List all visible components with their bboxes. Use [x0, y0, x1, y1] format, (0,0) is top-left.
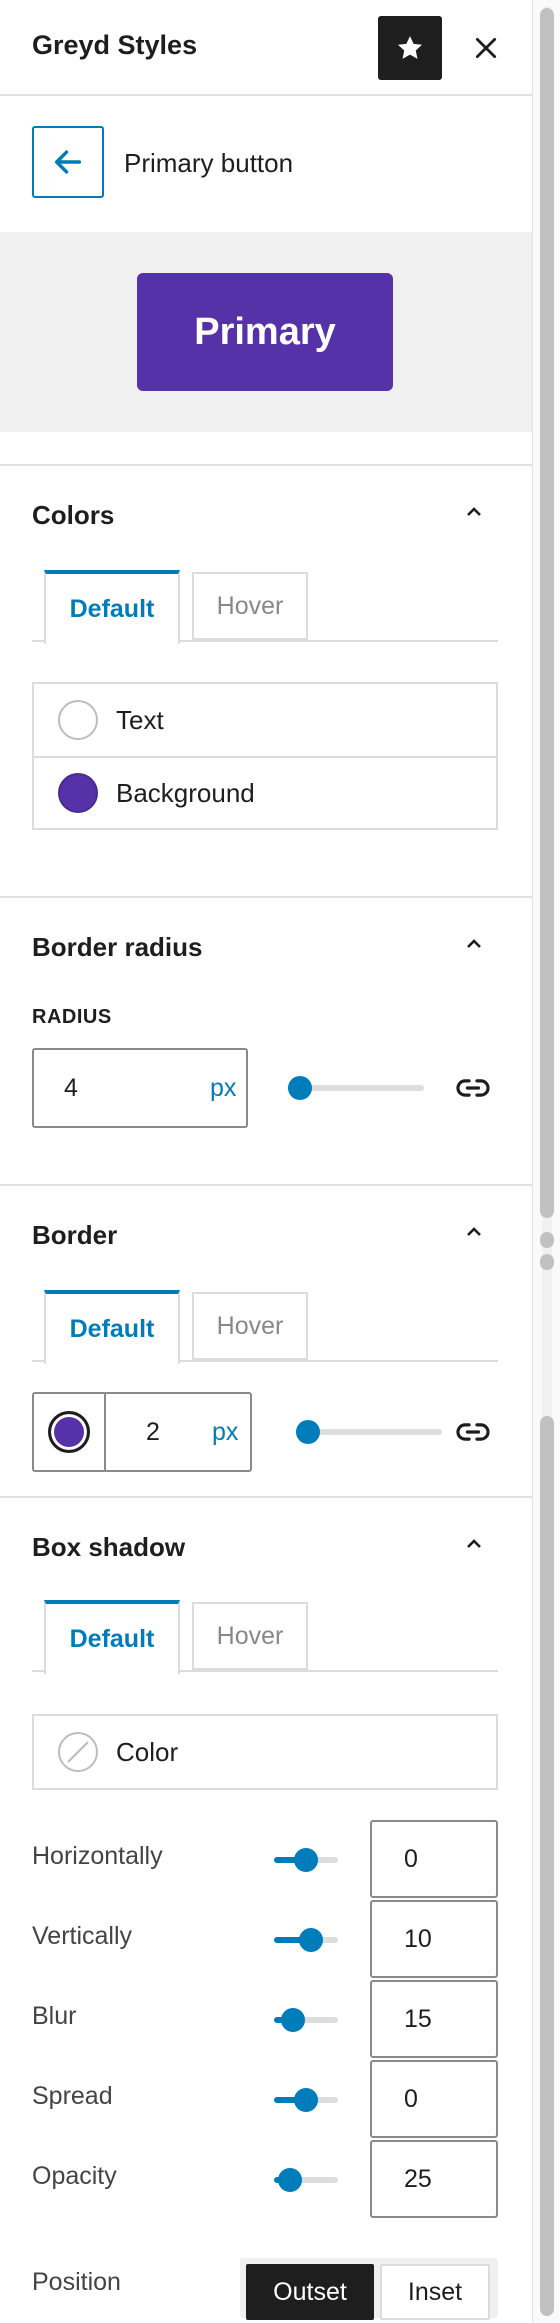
panel-title: Greyd Styles	[32, 30, 198, 60]
position-outset-option[interactable]: Outset	[246, 2264, 374, 2320]
border-width-value: 2	[146, 1418, 160, 1446]
shadow-row-input[interactable]: 0	[370, 2060, 498, 2138]
shadow-row-value: 25	[404, 2164, 432, 2193]
border-collapse-toggle[interactable]	[456, 1214, 492, 1250]
chevron-up-icon	[467, 939, 481, 948]
slider-thumb[interactable]	[281, 2008, 305, 2032]
shadow-row-label: Blur	[32, 2002, 77, 2030]
slider-thumb[interactable]	[296, 1420, 320, 1444]
color-item-background[interactable]: Background	[34, 756, 496, 828]
chevron-up-icon	[467, 1539, 481, 1548]
shadow-row-slider[interactable]	[274, 2008, 338, 2032]
background-color-swatch	[58, 773, 98, 813]
divider	[0, 896, 532, 898]
shadow-row-slider[interactable]	[274, 2168, 338, 2192]
primary-button-preview[interactable]: Primary	[137, 273, 393, 391]
slider-thumb[interactable]	[278, 2168, 302, 2192]
tab-default[interactable]: Default	[44, 1290, 180, 1364]
close-icon	[475, 37, 497, 59]
color-item-label: Text	[116, 704, 164, 735]
border-color-button[interactable]	[34, 1394, 106, 1470]
shadow-row-input[interactable]: 25	[370, 2140, 498, 2218]
tab-default[interactable]: Default	[44, 1600, 180, 1674]
slider-thumb[interactable]	[299, 1928, 323, 1952]
colors-collapse-toggle[interactable]	[456, 494, 492, 530]
no-color-icon	[58, 1732, 98, 1772]
shadow-row-slider[interactable]	[274, 1848, 338, 1872]
border-tabs: Default Hover	[32, 1290, 498, 1364]
slider-thumb[interactable]	[294, 1848, 318, 1872]
position-label: Position	[32, 2268, 121, 2296]
chevron-up-icon	[467, 1227, 481, 1236]
scrollbar-thumb[interactable]	[540, 1416, 554, 2316]
border-color-swatch	[48, 1411, 90, 1453]
text-color-swatch	[58, 700, 98, 740]
shadow-row-value: 10	[404, 1924, 432, 1953]
shadow-row-input[interactable]: 10	[370, 1900, 498, 1978]
slider-thumb[interactable]	[288, 1076, 312, 1100]
box-shadow-tabs: Default Hover	[32, 1600, 498, 1674]
position-inset-option[interactable]: Inset	[380, 2264, 490, 2320]
tab-hover[interactable]: Hover	[192, 572, 308, 640]
divider	[0, 1496, 532, 1498]
shadow-row-input[interactable]: 15	[370, 1980, 498, 2058]
scrollbar-thumb-handle[interactable]	[540, 1232, 554, 1248]
colors-tabs: Default Hover	[32, 570, 498, 644]
link-icon	[456, 1079, 490, 1097]
link-icon	[456, 1423, 490, 1441]
shadow-row-value: 0	[404, 1844, 418, 1873]
box-shadow-section-title: Box shadow	[32, 1532, 186, 1562]
radius-value: 4	[64, 1074, 78, 1102]
position-toggle-group: Outset Inset	[240, 2258, 498, 2320]
color-item-label: Background	[116, 777, 255, 808]
border-width-slider[interactable]	[296, 1420, 442, 1444]
divider	[0, 94, 532, 96]
shadow-row-label: Opacity	[32, 2162, 117, 2190]
star-button[interactable]	[378, 16, 442, 80]
shadow-row-slider[interactable]	[274, 2088, 338, 2112]
colors-section-title: Colors	[32, 500, 115, 530]
chevron-up-icon	[467, 507, 481, 516]
border-section-title: Border	[32, 1220, 118, 1250]
shadow-color-label: Color	[116, 1736, 179, 1767]
border-width-unit: px	[212, 1418, 239, 1446]
divider	[0, 464, 532, 466]
shadow-color-item[interactable]: Color	[34, 1716, 496, 1788]
border-width-input[interactable]: 2 px	[32, 1392, 252, 1472]
shadow-row-label: Vertically	[32, 1922, 133, 1950]
tab-default[interactable]: Default	[44, 570, 180, 644]
style-panel: Greyd Styles Primary button Primary Colo…	[0, 0, 532, 2323]
border-radius-collapse-toggle[interactable]	[456, 926, 492, 962]
slider-thumb[interactable]	[294, 2088, 318, 2112]
radius-slider[interactable]	[288, 1076, 424, 1100]
scrollbar-thumb-handle[interactable]	[540, 1254, 554, 1270]
shadow-row-value: 0	[404, 2084, 418, 2113]
border-radius-section-title: Border radius	[32, 932, 203, 962]
radius-input[interactable]: 4 px	[32, 1048, 248, 1128]
box-shadow-collapse-toggle[interactable]	[456, 1526, 492, 1562]
radius-label: RADIUS	[32, 1006, 112, 1028]
close-button[interactable]	[462, 24, 510, 72]
shadow-row-label: Spread	[32, 2082, 113, 2110]
star-icon	[398, 36, 422, 59]
tab-hover[interactable]: Hover	[192, 1602, 308, 1670]
color-item-text[interactable]: Text	[34, 684, 496, 756]
border-link-button[interactable]	[453, 1412, 493, 1452]
back-button[interactable]	[32, 126, 104, 198]
arrow-left-icon	[54, 150, 82, 174]
shadow-row-value: 15	[404, 2004, 432, 2033]
shadow-row-slider[interactable]	[274, 1928, 338, 1952]
breadcrumb-title: Primary button	[124, 148, 294, 178]
radius-unit: px	[210, 1074, 237, 1102]
tab-hover[interactable]: Hover	[192, 1292, 308, 1360]
color-list: Text Background	[32, 682, 498, 830]
divider	[0, 1184, 532, 1186]
shadow-row-label: Horizontally	[32, 1842, 163, 1870]
shadow-row-input[interactable]: 0	[370, 1820, 498, 1898]
shadow-color-list: Color	[32, 1714, 498, 1790]
radius-link-button[interactable]	[453, 1068, 493, 1108]
scrollbar[interactable]	[532, 0, 560, 2323]
scrollbar-thumb[interactable]	[540, 8, 554, 1218]
